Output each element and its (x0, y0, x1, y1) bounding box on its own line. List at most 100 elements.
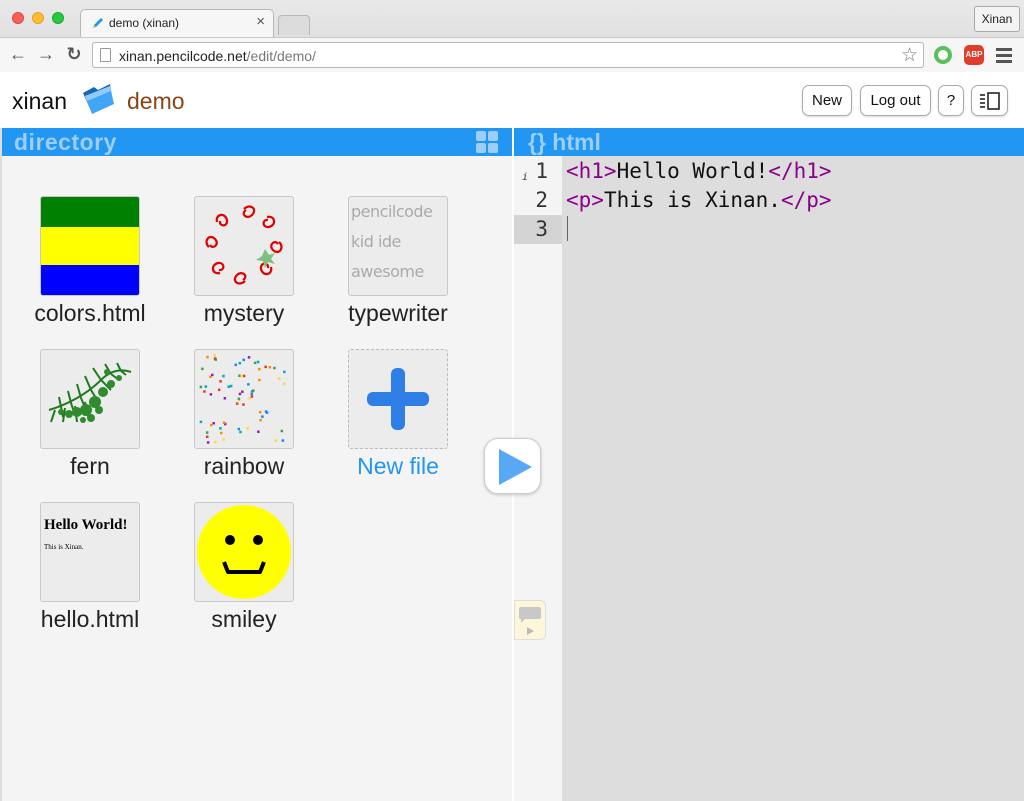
text-cursor (567, 216, 568, 241)
new-file-label: New file (357, 453, 439, 479)
rainbow-dot (257, 430, 260, 433)
rainbow-dot (264, 365, 267, 369)
rainbow-dot (252, 389, 255, 392)
colors-thumbnail (40, 196, 140, 296)
rainbow-dot (258, 378, 261, 382)
page-icon (100, 48, 111, 62)
address-bar[interactable]: xinan.pencilcode.net/edit/demo/ ☆ (92, 42, 924, 68)
rainbow-dot (241, 390, 244, 393)
browser-tab[interactable]: demo (xinan) × (80, 9, 274, 37)
rainbow-dot (280, 429, 284, 433)
close-icon[interactable]: × (256, 13, 265, 30)
forward-arrow-icon[interactable]: → (34, 42, 58, 66)
hint-tab[interactable] (514, 600, 546, 640)
url-text: xinan.pencilcode.net/edit/demo/ (119, 48, 316, 64)
rainbow-dot (227, 385, 230, 388)
rainbow-dot (238, 374, 241, 377)
speech-bubble-icon (519, 607, 541, 635)
rainbow-dot (211, 373, 214, 377)
rainbow-dot (264, 410, 268, 413)
rainbow-dot (247, 356, 251, 359)
editor-pane: {} html i1 2 3 <h1>Hello World!</h1> <p>… (512, 128, 1024, 801)
thumb-line: pencilcode (351, 202, 433, 221)
rainbow-dot (206, 355, 209, 359)
run-button[interactable] (484, 438, 541, 494)
panel-toggle-icon (979, 92, 1000, 110)
file-label: smiley (211, 606, 277, 632)
rainbow-dot (206, 435, 209, 438)
rainbow-thumbnail (194, 349, 294, 449)
code-line[interactable]: <h1>Hello World!</h1> (566, 157, 832, 186)
file-tile-typewriter[interactable]: pencilcode kid ide awesome typewriter (312, 196, 462, 346)
code-line[interactable]: <p>This is Xinan.</p> (566, 186, 832, 215)
window-close-button[interactable] (12, 12, 24, 24)
smiley-thumbnail (194, 502, 294, 602)
grid-view-icon[interactable] (476, 131, 498, 153)
reload-icon[interactable]: ↻ (62, 42, 86, 66)
window-maximize-button[interactable] (52, 12, 64, 24)
rainbow-dot (247, 383, 250, 386)
project-name[interactable]: demo (127, 88, 185, 115)
rainbow-dot (209, 393, 213, 396)
rainbow-dot (242, 358, 245, 362)
folder-icon[interactable] (80, 81, 116, 117)
file-label: rainbow (203, 453, 285, 479)
file-tile-colors[interactable]: colors.html (4, 196, 154, 346)
rainbow-dot (277, 377, 281, 380)
new-tab-button[interactable] (278, 15, 310, 35)
fern-thumbnail (40, 349, 140, 449)
rainbow-dot (240, 374, 243, 378)
rainbow-dot (242, 374, 246, 378)
typewriter-thumbnail: pencilcode kid ide awesome (348, 196, 448, 296)
new-file-thumbnail (348, 349, 448, 449)
rainbow-dot (283, 382, 286, 386)
user-name[interactable]: xinan (12, 88, 67, 115)
smiley-icon (197, 505, 291, 599)
new-button[interactable]: New (802, 85, 852, 116)
rainbow-dot (210, 423, 213, 427)
plus-icon (367, 368, 429, 430)
file-label: mystery (203, 300, 285, 326)
play-icon (499, 449, 532, 485)
editor-title: {} html (528, 129, 601, 155)
rainbow-dot (258, 410, 262, 414)
rainbow-dot (283, 370, 286, 374)
rainbow-dot (273, 366, 276, 370)
menu-icon[interactable] (996, 45, 1012, 65)
rainbow-dot (281, 439, 285, 442)
rainbow-dot (222, 374, 225, 378)
file-tile-mystery[interactable]: mystery (158, 196, 308, 346)
rainbow-dot (250, 395, 254, 398)
adblock-icon[interactable]: ABP (964, 45, 984, 65)
file-tile-rainbow[interactable]: rainbow (158, 349, 308, 499)
rainbow-dot (206, 441, 210, 444)
rainbow-dot (205, 431, 209, 434)
rainbow-dot (219, 427, 222, 430)
file-label: hello.html (40, 606, 140, 632)
rainbow-dot (222, 421, 226, 424)
line-number: 3 (514, 215, 562, 244)
extension-ring-icon[interactable] (934, 46, 952, 64)
pencil-icon (93, 18, 103, 28)
help-button[interactable]: ? (938, 85, 964, 116)
panel-toggle-button[interactable] (971, 85, 1008, 116)
rainbow-dot (237, 397, 241, 401)
new-file-tile[interactable]: New file (312, 349, 462, 499)
rainbow-dot (238, 392, 242, 396)
rainbow-dot (253, 361, 257, 365)
hello-thumbnail: Hello World! This is Xinan. (40, 502, 140, 602)
file-tile-smiley[interactable]: smiley (158, 502, 308, 652)
bookmark-star-icon[interactable]: ☆ (901, 44, 918, 67)
rainbow-dot (256, 360, 260, 364)
back-arrow-icon[interactable]: ← (6, 42, 30, 66)
tab-title: demo (xinan) (109, 16, 180, 30)
window-minimize-button[interactable] (32, 12, 44, 24)
logout-button[interactable]: Log out (860, 85, 931, 116)
file-tile-hello[interactable]: Hello World! This is Xinan. hello.html (4, 502, 154, 652)
file-tile-fern[interactable]: fern (4, 349, 154, 499)
profile-button[interactable]: Xinan (974, 6, 1020, 32)
rainbow-dot (212, 422, 215, 425)
rainbow-dot (242, 403, 245, 406)
editor-header: {} html (514, 128, 1024, 156)
rainbow-dot (214, 440, 217, 444)
